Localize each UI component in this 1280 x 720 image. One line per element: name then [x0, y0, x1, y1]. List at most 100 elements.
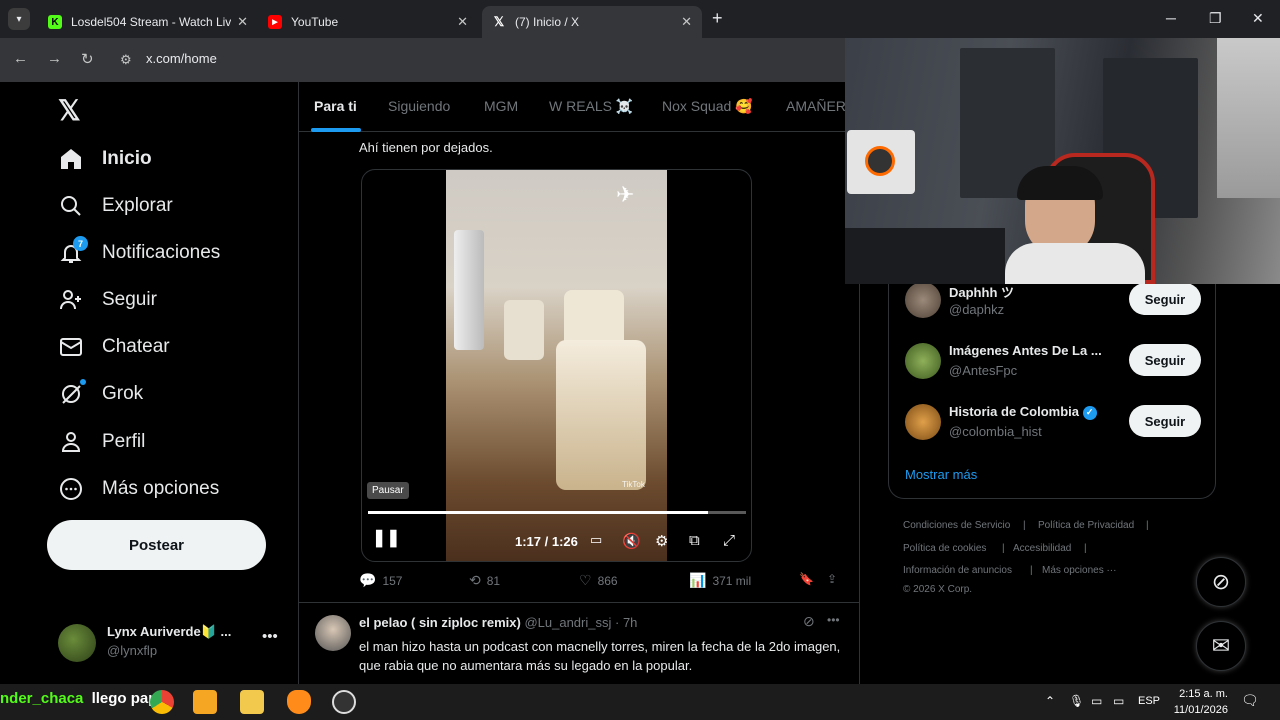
tweet-author-name[interactable]: el pelao ( sin ziploc remix) — [359, 615, 521, 630]
url-field[interactable]: x.com/home — [146, 51, 217, 66]
stream-chat-overlay: nder_chaca llego papa — [0, 690, 166, 707]
account-switcher[interactable]: Lynx Auriverde🔰 ... @lynxflp ••• — [58, 620, 288, 664]
sidebar-item-perfil[interactable]: Perfil — [58, 422, 145, 462]
follow-suggestion[interactable]: Imágenes Antes De La ... @AntesFpc Segui… — [905, 337, 1201, 385]
footer-link-ads[interactable]: Información de anuncios — [903, 565, 1012, 576]
views-button[interactable]: 📊 371 mil — [689, 572, 751, 589]
media-player-icon[interactable] — [193, 690, 217, 714]
grok-icon[interactable]: ⊘ — [803, 613, 815, 630]
like-button[interactable]: ♡ 866 — [579, 572, 618, 589]
tab-siguiendo[interactable]: Siguiendo — [388, 98, 450, 114]
sidebar-item-notificaciones[interactable]: 7 Notificaciones — [58, 233, 220, 273]
sidebar-item-inicio[interactable]: Inicio — [58, 139, 152, 179]
reply-count: 157 — [382, 573, 403, 588]
fl-studio-icon[interactable] — [287, 690, 311, 714]
suggestion-handle: @colombia_hist — [949, 424, 1042, 439]
footer-separator: | — [1002, 543, 1005, 554]
footer-link-accessibility[interactable]: Accesibilidad — [1013, 543, 1071, 554]
share-icon[interactable]: ⇪ — [827, 572, 837, 586]
tweet-author-handle[interactable]: @Lu_andri_ssj — [524, 615, 611, 630]
tab-nox-squad[interactable]: Nox Squad 🥰 — [662, 98, 753, 115]
feed-tabs: Para ti Siguiendo MGM W REALS ☠️ Nox Squ… — [299, 82, 859, 132]
follow-suggestion[interactable]: Historia de Colombia ✓ @colombia_hist Se… — [905, 398, 1201, 446]
more-dots-icon[interactable]: ••• — [262, 628, 278, 645]
avatar — [905, 343, 941, 379]
verified-badge-icon: ✓ — [1082, 405, 1097, 420]
sidebar-item-explorar[interactable]: Explorar — [58, 186, 173, 226]
close-tab-icon[interactable]: ✕ — [457, 14, 468, 30]
close-window-icon[interactable]: ✕ — [1252, 10, 1264, 27]
add-person-icon — [58, 287, 84, 313]
tweet-actions: 💬 157 ⟲ 81 ♡ 866 📊 371 mil 🔖 ⇪ — [359, 572, 849, 592]
reload-icon[interactable]: ↻ — [81, 50, 94, 68]
left-navigation: 𝕏 Inicio Explorar 7 Notificaciones Segui… — [0, 82, 298, 684]
restore-icon[interactable]: ❐ — [1209, 10, 1222, 27]
more-dots-icon[interactable]: ••• — [827, 613, 840, 627]
messages-fab-icon[interactable]: ✉ — [1196, 621, 1246, 671]
footer-link-terms[interactable]: Condiciones de Servicio — [903, 520, 1010, 531]
show-more-link[interactable]: Mostrar más — [905, 467, 977, 482]
sidebar-item-chatear[interactable]: Chatear — [58, 327, 170, 367]
tweet-time[interactable]: · 7h — [615, 615, 637, 630]
settings-icon[interactable]: ⚙ — [655, 532, 668, 550]
footer-link-cookies[interactable]: Política de cookies — [903, 543, 986, 554]
tweet-text: el man hizo hasta un podcast con macnell… — [359, 639, 841, 673]
mute-icon[interactable]: 🔇 — [622, 532, 641, 550]
tab-para-ti[interactable]: Para ti — [314, 98, 357, 114]
post-button[interactable]: Postear — [47, 520, 266, 570]
new-tab-button[interactable]: + — [712, 8, 723, 29]
person-icon — [58, 429, 84, 455]
grok-fab-icon[interactable]: ⊘ — [1196, 557, 1246, 607]
minimize-icon[interactable]: ─ — [1166, 10, 1176, 26]
picture-in-picture-icon[interactable]: ⧉ — [689, 532, 700, 549]
tab-mgm[interactable]: MGM — [484, 98, 518, 114]
reply-button[interactable]: 💬 157 — [359, 572, 402, 589]
suggestion-name: Daphhh ツ — [949, 285, 1014, 300]
chevron-up-icon[interactable]: ⌃ — [1045, 694, 1055, 708]
copyright: © 2026 X Corp. — [903, 584, 973, 595]
x-logo-icon[interactable]: 𝕏 — [58, 94, 81, 127]
video-progress-bar[interactable] — [368, 511, 746, 514]
obs-icon[interactable] — [332, 690, 356, 714]
forward-arrow-icon[interactable]: → — [47, 50, 62, 67]
microphone-icon[interactable]: 🎙 — [1069, 694, 1084, 708]
pause-icon[interactable]: ❚❚ — [372, 528, 401, 548]
close-tab-icon[interactable]: ✕ — [681, 14, 692, 30]
footer-link-more[interactable]: Más opciones ··· — [1042, 565, 1116, 576]
sidebar-item-seguir[interactable]: Seguir — [58, 280, 157, 320]
captions-icon[interactable]: ▭ — [590, 532, 602, 548]
network-icon[interactable]: ▭ — [1091, 694, 1102, 708]
tab-amaner[interactable]: AMAÑER — [786, 98, 846, 114]
browser-tab-kick[interactable]: K Losdel504 Stream - Watch Live ✕ — [38, 6, 258, 38]
footer-link-privacy[interactable]: Política de Privacidad — [1038, 520, 1134, 531]
tab-w-reals[interactable]: W REALS ☠️ — [549, 98, 633, 115]
sidebar-item-grok[interactable]: Grok — [58, 374, 143, 414]
clock-date: 11/01/2026 — [1173, 704, 1228, 716]
close-tab-icon[interactable]: ✕ — [237, 14, 248, 30]
video-player[interactable]: ✈ TikTok Pausar ❚❚ 1:17 / 1:26 ▭ 🔇 ⚙ ⧉ ⤢ — [361, 169, 752, 562]
chrome-icon[interactable] — [150, 690, 174, 714]
file-explorer-icon[interactable] — [240, 690, 264, 714]
language-indicator[interactable]: ESP — [1138, 695, 1160, 707]
retweet-count: 81 — [486, 573, 501, 588]
tab-search-button[interactable]: ▾ — [8, 8, 30, 30]
follow-button[interactable]: Seguir — [1129, 283, 1201, 315]
youtube-icon: ▶ — [268, 15, 282, 29]
browser-tab-x[interactable]: 𝕏 (7) Inicio / X ✕ — [482, 6, 702, 38]
kick-icon: K — [48, 15, 62, 29]
bell-icon: 7 — [58, 236, 88, 266]
fullscreen-icon[interactable]: ⤢ — [723, 532, 735, 549]
system-clock[interactable]: 2:15 a. m. 11/01/2026 — [1174, 686, 1228, 718]
back-arrow-icon[interactable]: ← — [13, 50, 28, 67]
browser-tab-youtube[interactable]: ▶ YouTube ✕ — [258, 6, 478, 38]
notification-center-icon[interactable]: 🗨 — [1241, 692, 1259, 709]
sidebar-item-mas-opciones[interactable]: Más opciones — [58, 469, 219, 509]
bookmark-icon[interactable]: 🔖 — [799, 572, 814, 586]
follow-button[interactable]: Seguir — [1129, 344, 1201, 376]
tweet[interactable]: el pelao ( sin ziploc remix) @Lu_andri_s… — [299, 602, 859, 684]
follow-button[interactable]: Seguir — [1129, 405, 1201, 437]
video-progress-fill — [368, 511, 709, 514]
retweet-button[interactable]: ⟲ 81 — [469, 572, 500, 589]
site-info-icon[interactable]: ⚙ — [120, 52, 132, 68]
display-icon[interactable]: ▭ — [1113, 694, 1124, 708]
